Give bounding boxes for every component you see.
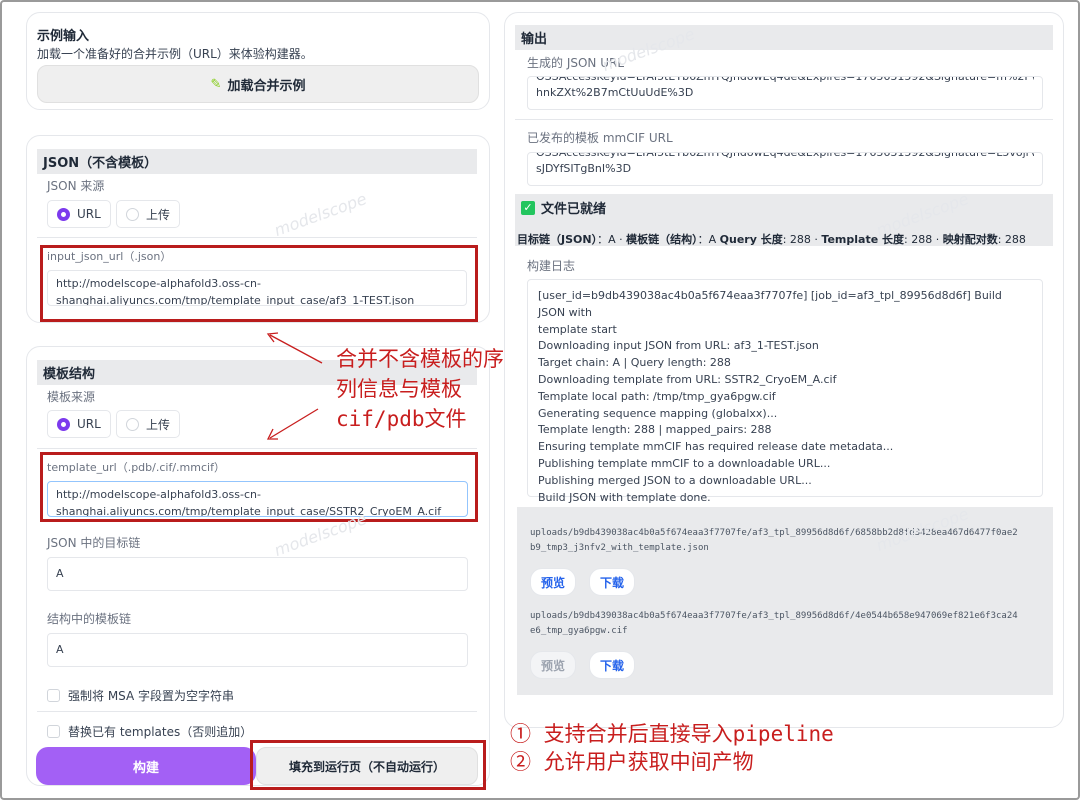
target-chain-label: JSON 中的目标链 bbox=[47, 536, 141, 550]
files-panel: uploads/b9db439038ac4b0a5f674eaa3f7707fe… bbox=[517, 507, 1053, 695]
log-line: Publishing template mmCIF to a downloada… bbox=[538, 456, 831, 470]
log-line: Ensuring template mmCIF has required rel… bbox=[538, 440, 894, 454]
mmcif-url-output-line1: OSSAccessKeyId=LTAI5tEYb6ZmYQJhdowEq4de&… bbox=[536, 152, 1034, 159]
arrow-to-template bbox=[269, 408, 319, 439]
ready-text: 文件已就绪 bbox=[541, 202, 607, 217]
mmcif-url-label: 已发布的模板 mmCIF URL bbox=[527, 131, 673, 145]
mmcif-url-output[interactable]: OSSAccessKeyId=LTAI5tEYb6ZmYQJhdowEq4de&… bbox=[527, 152, 1043, 186]
log-line: Template length: 288 | mapped_pairs: 288 bbox=[538, 423, 772, 437]
json-url-output[interactable]: OSSAccessKeyId=LTAI5tEYb6ZmYQJhdowEq4de&… bbox=[527, 76, 1043, 110]
radio-selected-icon bbox=[57, 207, 70, 221]
check-msa-label: 强制将 MSA 字段置为空字符串 bbox=[68, 689, 235, 703]
merge-annotation-line2: 列信息与模板 bbox=[336, 377, 462, 401]
file2-path-line1: uploads/b9db439038ac4b0a5f674eaa3f7707fe… bbox=[530, 611, 1018, 621]
highlight-json-url bbox=[40, 245, 478, 322]
log-line: Generating sequence mapping (globalxx)..… bbox=[538, 406, 778, 420]
check-msa[interactable]: 强制将 MSA 字段置为空字符串 bbox=[47, 687, 234, 704]
log-line: template start bbox=[538, 322, 617, 336]
json-section-title: JSON（不含模板） bbox=[37, 149, 477, 174]
summary-value-mapped-pairs: 288 bbox=[1004, 233, 1026, 246]
file1-download-button[interactable]: 下载 bbox=[589, 568, 636, 596]
template-divider-2 bbox=[37, 711, 477, 712]
check-replace-label: 替换已有 templates（否则追加） bbox=[68, 725, 253, 739]
summary-value-target-chain: A bbox=[608, 233, 616, 246]
output-divider-1 bbox=[515, 119, 1053, 120]
template-source-label: 模板来源 bbox=[47, 390, 96, 404]
load-example-button[interactable]: ✎ 加载合并示例 bbox=[37, 65, 479, 103]
template-radio-url[interactable]: URL bbox=[47, 410, 111, 438]
file1-preview-button[interactable]: 预览 bbox=[530, 568, 577, 596]
build-button[interactable]: 构建 bbox=[36, 747, 256, 785]
log-line: Publishing merged JSON to a downloadable… bbox=[538, 473, 812, 487]
radio-unselected-icon bbox=[126, 417, 139, 431]
json-radio-url[interactable]: URL bbox=[47, 200, 111, 228]
summary-value-template-length: 288 bbox=[911, 233, 933, 246]
merge-annotation-line3: cif/pdb文件 bbox=[336, 407, 467, 431]
wand-icon: ✎ bbox=[210, 76, 222, 92]
log-line: Template local path: /tmp/tmp_gya6pgw.ci… bbox=[538, 389, 776, 403]
radio-unselected-icon bbox=[126, 207, 139, 221]
json-divider bbox=[37, 237, 477, 238]
summary-key-template-chain: 模板链（结构） bbox=[626, 233, 698, 246]
example-title: 示例输入 bbox=[37, 29, 90, 44]
summary-value-template-chain: A bbox=[708, 233, 717, 246]
mmcif-url-output-line2: sJDYfSITgBnI%3D bbox=[536, 162, 632, 175]
build-label: 构建 bbox=[132, 760, 159, 776]
merge-annotation-line1: 合并不含模板的序 bbox=[336, 347, 504, 371]
example-desc: 加载一个准备好的合并示例（URL）来体验构建器。 bbox=[37, 47, 313, 61]
log-line: Downloading input JSON from URL: af3_1-T… bbox=[538, 339, 819, 353]
arrow-to-json bbox=[269, 334, 323, 364]
json-url-output-line1: OSSAccessKeyId=LTAI5tEYb6ZmYQJhdowEq4de&… bbox=[536, 76, 1034, 83]
annotation-arrows bbox=[266, 332, 323, 440]
arrow-head-json bbox=[266, 332, 279, 343]
template-radio-upload-label: 上传 bbox=[146, 417, 171, 432]
ready-row: ✓ 文件已就绪 bbox=[521, 198, 606, 217]
template-radio-upload[interactable]: 上传 bbox=[116, 410, 181, 438]
example-card: 示例输入 加载一个准备好的合并示例（URL）来体验构建器。 ✎ 加载合并示例 bbox=[26, 12, 490, 110]
template-chain-label: 结构中的模板链 bbox=[47, 612, 132, 626]
json-radio-url-label: URL bbox=[77, 207, 101, 221]
template-divider bbox=[37, 448, 477, 449]
file2-download-button[interactable]: 下载 bbox=[589, 651, 636, 679]
summary-key-mapped-pairs: 映射配对数 bbox=[942, 233, 998, 246]
highlight-template-url bbox=[40, 452, 478, 522]
log-line: Build JSON with template done. bbox=[538, 490, 711, 504]
json-radio-upload[interactable]: 上传 bbox=[116, 200, 181, 228]
output-card: 输出 生成的 JSON URL OSSAccessKeyId=LTAI5tEYb… bbox=[504, 12, 1064, 728]
output-title: 输出 bbox=[515, 25, 1053, 50]
file2-path-line2: e6_tmp_gya6pgw.cif bbox=[530, 626, 628, 636]
load-example-label: 加载合并示例 bbox=[227, 78, 306, 94]
template-chain-input[interactable]: A bbox=[47, 633, 468, 667]
highlight-fill-run bbox=[250, 740, 486, 790]
summary-key-target-chain: 目标链（JSON） bbox=[517, 233, 598, 246]
template-radio-url-label: URL bbox=[77, 417, 101, 431]
log-line: Target chain: A | Query length: 288 bbox=[538, 356, 731, 370]
summary-key-query-length: Query 长度 bbox=[719, 233, 783, 246]
summary-value-query-length: 288 bbox=[789, 233, 811, 246]
file2-path: uploads/b9db439038ac4b0a5f674eaa3f7707fe… bbox=[530, 609, 1018, 639]
json-url-output-line2: hnkZXt%2B7mCtUuUdE%3D bbox=[536, 86, 694, 99]
log-line: Downloading template from URL: SSTR2_Cry… bbox=[538, 372, 837, 386]
radio-selected-icon bbox=[57, 417, 70, 431]
json-source-label: JSON 来源 bbox=[47, 179, 105, 193]
file2-preview-button[interactable]: 预览 bbox=[530, 651, 577, 679]
check-icon: ✓ bbox=[521, 200, 535, 215]
build-log[interactable]: [user_id=b9db439038ac4b0a5f674eaa3f7707f… bbox=[527, 279, 1043, 504]
json-radio-upload-label: 上传 bbox=[146, 207, 171, 222]
summary-line: 目标链（JSON）：A · 模板链（结构）：A Query 长度: 288 · … bbox=[517, 233, 1026, 246]
checkbox-icon bbox=[47, 725, 60, 738]
feature-annotation-2: ② 允许用户获取中间产物 bbox=[510, 750, 754, 774]
check-replace[interactable]: 替换已有 templates（否则追加） bbox=[47, 723, 252, 740]
log-line: [user_id=b9db439038ac4b0a5f674eaa3f7707f… bbox=[538, 289, 1002, 319]
checkbox-icon bbox=[47, 689, 60, 702]
file1-path-line2: b9_tmp3_j3nfv2_with_template.json bbox=[530, 543, 709, 553]
build-log-label: 构建日志 bbox=[527, 259, 576, 273]
target-chain-input[interactable]: A bbox=[47, 557, 468, 591]
feature-annotation-1: ① 支持合并后直接导入pipeline bbox=[510, 722, 834, 746]
